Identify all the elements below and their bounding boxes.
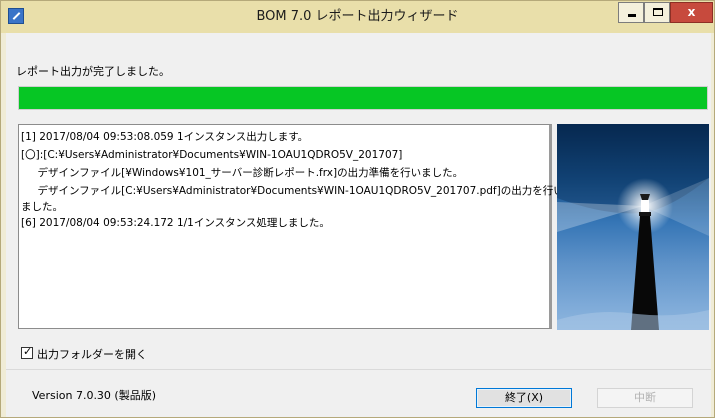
log-line: デザインファイル[C:¥Users¥Administrator¥Document…: [27, 185, 564, 197]
log-output[interactable]: [1] 2017/08/04 09:53:08.059 1インスタンス出力します…: [18, 124, 564, 329]
finish-button[interactable]: 終了(X): [476, 388, 572, 408]
log-line: [1] 2017/08/04 09:53:08.059 1インスタンス出力します…: [21, 131, 309, 143]
minimize-icon: [628, 14, 636, 17]
log-line: [〇]:[C:¥Users¥Administrator¥Documents¥WI…: [21, 149, 403, 161]
title-bar[interactable]: BOM 7.0 レポート出力ウィザード x: [1, 1, 714, 33]
open-folder-checkbox[interactable]: ✓: [21, 345, 33, 359]
log-line: デザインファイル[¥Windows¥101_サーバー診断レポート.frx]の出力…: [27, 167, 464, 179]
close-button[interactable]: x: [670, 2, 713, 23]
log-line: ました。: [21, 201, 63, 213]
maximize-icon: [653, 8, 663, 16]
check-icon: ✓: [23, 345, 33, 358]
completion-message: レポート出力が完了しました。: [16, 65, 170, 78]
minimize-button[interactable]: [618, 2, 644, 23]
lighthouse-illustration: [557, 124, 709, 330]
window-title: BOM 7.0 レポート出力ウィザード: [256, 9, 459, 24]
lighthouse-svg: [557, 124, 709, 330]
log-line: [6] 2017/08/04 09:53:24.172 1/1インスタンス処理し…: [21, 217, 330, 229]
abort-button[interactable]: 中断: [597, 388, 693, 408]
maximize-button[interactable]: [644, 2, 670, 23]
close-icon: x: [687, 5, 696, 19]
progress-bar: [18, 86, 708, 110]
open-folder-label[interactable]: 出力フォルダーを開く: [37, 346, 147, 362]
version-label: Version 7.0.30 (製品版): [32, 389, 157, 402]
progress-fill: [19, 87, 707, 109]
